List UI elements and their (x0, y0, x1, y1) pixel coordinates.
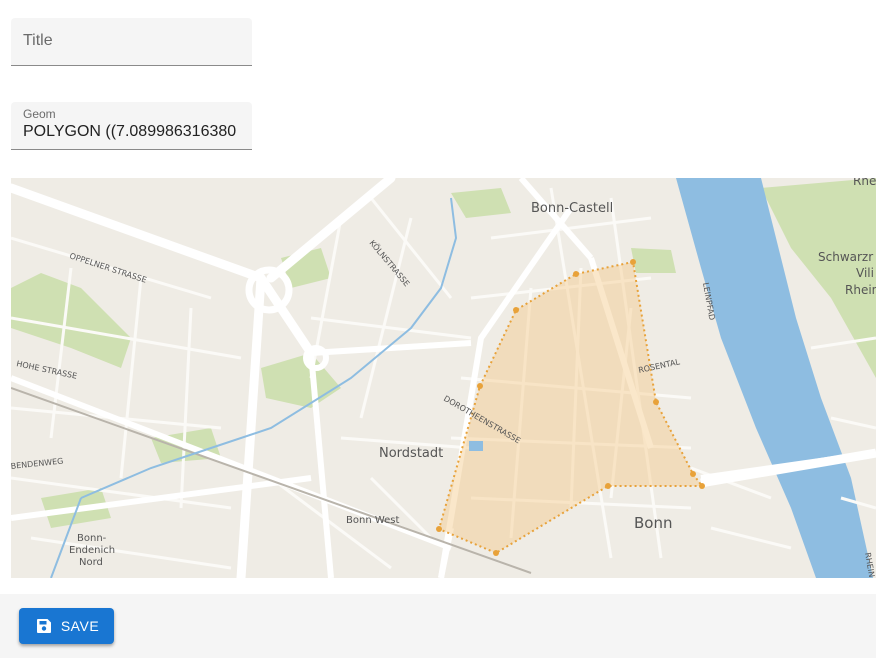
label-endenich-1: Bonn- (77, 533, 107, 544)
label-bonn-west: Bonn West (346, 515, 399, 526)
building-icon (469, 441, 483, 451)
label-endenich-2: Endenich (69, 545, 115, 556)
label-bonn: Bonn (634, 514, 672, 532)
label-endenich-3: Nord (79, 557, 103, 568)
save-label: SAVE (60, 618, 100, 634)
map-view[interactable]: Bonn-Castell KÖLNSTRASSE OPPELNER STRASS… (11, 178, 876, 578)
label-rhe: Rhe (853, 178, 876, 188)
save-button[interactable]: SAVE (19, 608, 114, 644)
label-schwarzrheindorf: Schwarzr (818, 250, 873, 264)
title-field[interactable]: Title (11, 18, 252, 66)
label-bonn-castell: Bonn-Castell (531, 201, 613, 216)
floppy-disk-icon (36, 619, 51, 633)
map-canvas[interactable]: Bonn-Castell KÖLNSTRASSE OPPELNER STRASS… (11, 178, 876, 578)
geom-label: Geom (23, 107, 56, 121)
label-rheindorf: Rhein (845, 283, 876, 297)
label-vilich: Vili (856, 266, 874, 280)
geom-field[interactable]: Geom (11, 102, 252, 150)
geom-input[interactable] (23, 123, 240, 141)
label-nordstadt: Nordstadt (379, 446, 443, 461)
title-label: Title (23, 32, 53, 49)
form-toolbar: SAVE (0, 594, 876, 658)
